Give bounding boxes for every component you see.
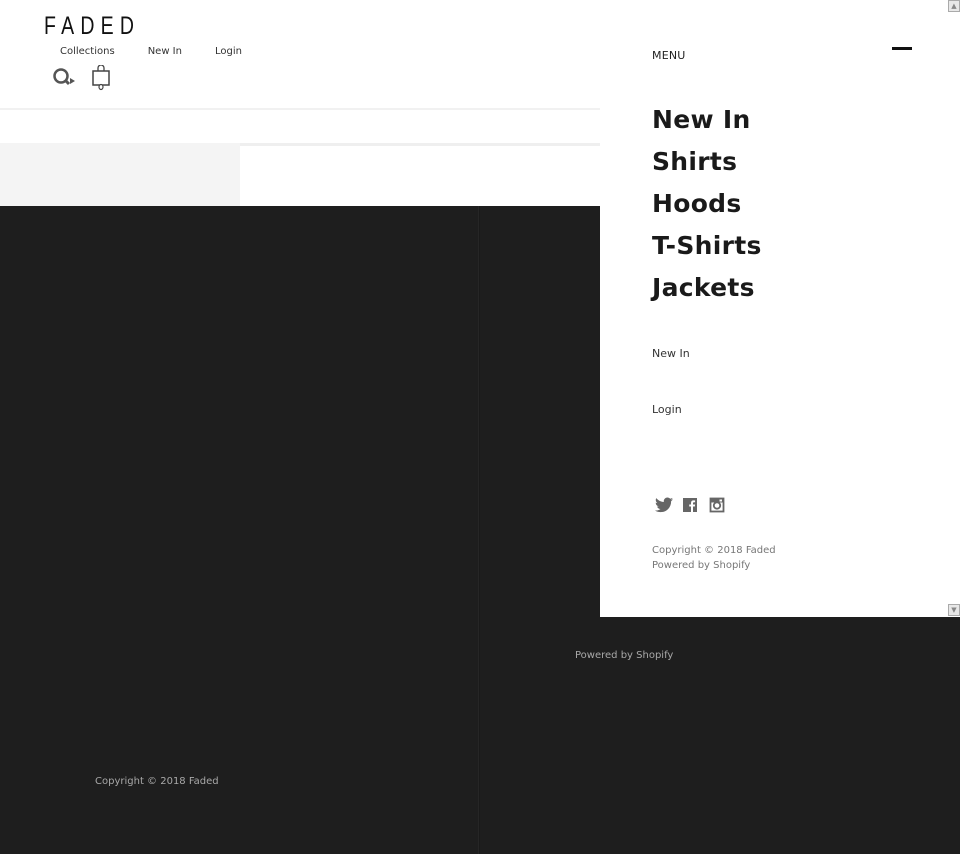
facebook-icon[interactable] (682, 497, 700, 513)
cart-icon[interactable] (90, 64, 112, 91)
drawer-link-shirts[interactable]: Shirts (652, 141, 762, 183)
drawer-powered-by[interactable]: Powered by Shopify (652, 558, 776, 573)
drawer-primary-nav: New In Shirts Hoods T-Shirts Jackets (652, 99, 762, 309)
menu-drawer: MENU New In Shirts Hoods T-Shirts Jacket… (600, 0, 960, 617)
content-card (240, 143, 600, 206)
logo[interactable]: FADED (44, 12, 140, 40)
drawer-footer-text: Copyright © 2018 Faded Powered by Shopif… (652, 543, 776, 573)
menu-label: MENU (652, 49, 686, 62)
footer-copyright: Copyright © 2018 Faded (95, 776, 219, 787)
drawer-secondary-new-in[interactable]: New In (652, 347, 690, 360)
drawer-copyright: Copyright © 2018 Faded (652, 545, 776, 556)
nav-collections[interactable]: Collections (60, 45, 115, 59)
drawer-secondary-login[interactable]: Login (652, 403, 682, 416)
instagram-icon[interactable] (709, 497, 727, 513)
header-icons (52, 64, 112, 91)
drawer-link-new-in[interactable]: New In (652, 99, 762, 141)
nav-login[interactable]: Login (215, 45, 242, 59)
social-links (655, 497, 736, 513)
footer-divider (478, 206, 480, 854)
drawer-link-t-shirts[interactable]: T-Shirts (652, 225, 762, 267)
footer-powered-by[interactable]: Powered by Shopify (575, 650, 673, 661)
scrollbar-up-arrow[interactable]: ▲ (948, 0, 960, 12)
search-icon[interactable] (52, 66, 76, 90)
drawer-link-jackets[interactable]: Jackets (652, 267, 762, 309)
main-nav: Collections New In Login (60, 45, 275, 59)
drawer-link-hoods[interactable]: Hoods (652, 183, 762, 225)
scrollbar-down-arrow[interactable]: ▼ (948, 604, 960, 616)
close-bar-icon[interactable] (892, 47, 912, 50)
twitter-icon[interactable] (655, 497, 673, 513)
page: FADED Collections New In Login Copyright… (0, 0, 960, 854)
nav-new-in[interactable]: New In (148, 45, 182, 59)
sidebar-panel (0, 143, 240, 206)
